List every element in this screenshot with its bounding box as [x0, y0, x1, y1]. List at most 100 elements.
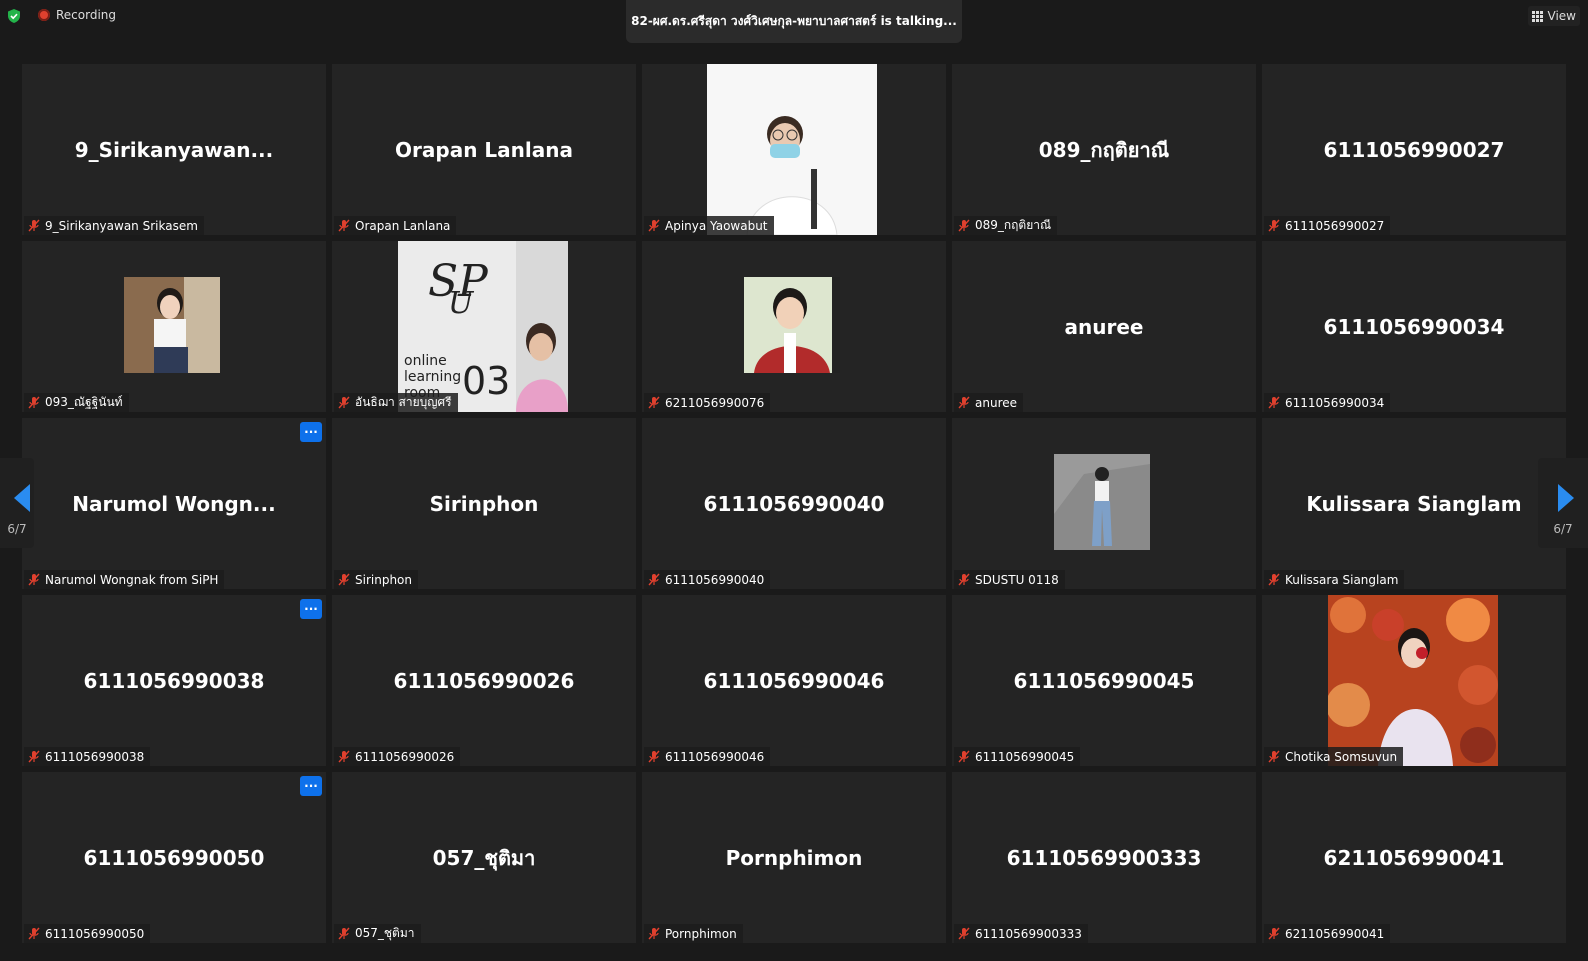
participant-name-label: 9_Sirikanyawan Srikasem — [24, 216, 204, 235]
mic-muted-icon — [1268, 573, 1280, 586]
participant-label-text: 6111056990045 — [975, 749, 1075, 764]
mic-muted-icon — [1268, 927, 1280, 940]
participant-display-name: 9_Sirikanyawan... — [74, 137, 274, 162]
participant-name-label: 6211056990076 — [644, 393, 771, 412]
participant-name-label: anuree — [954, 393, 1023, 412]
participant-tile[interactable]: Chotika Somsuvun — [1262, 595, 1566, 766]
participant-tile[interactable]: 6111056990027 6111056990027 — [1262, 64, 1566, 235]
participant-display-name: 6111056990046 — [703, 668, 885, 693]
participant-tile[interactable]: Orapan Lanlana Orapan Lanlana — [332, 64, 636, 235]
participant-label-text: Sirinphon — [355, 572, 412, 587]
mic-muted-icon — [648, 396, 660, 409]
participant-tile[interactable]: Pornphimon Pornphimon — [642, 772, 946, 943]
participant-display-name: 6211056990041 — [1323, 845, 1505, 870]
participant-tile[interactable]: SPUonline learning room03อันธิฌา สายบุญศ… — [332, 241, 636, 412]
participant-name-label: Apinya Yaowabut — [644, 216, 774, 235]
grid-view-icon — [1531, 10, 1543, 22]
participant-name-label: Narumol Wongnak from SiPH — [24, 570, 225, 589]
participant-tile[interactable]: Apinya Yaowabut — [642, 64, 946, 235]
next-page-button[interactable]: 6/7 — [1538, 458, 1588, 548]
recording-label: Recording — [56, 8, 117, 22]
participant-display-name: Kulissara Sianglam — [1306, 491, 1522, 516]
participant-tile[interactable]: 6111056990050 6111056990050 ··· — [22, 772, 326, 943]
participant-label-text: 6111056990026 — [355, 749, 455, 764]
mic-muted-icon — [338, 927, 350, 940]
shield-check-icon[interactable] — [6, 8, 22, 24]
mic-muted-icon — [1268, 219, 1280, 232]
participant-tile[interactable]: Narumol Wongn... Narumol Wongnak from SiP… — [22, 418, 326, 589]
participant-name-label: Pornphimon — [644, 924, 743, 943]
participant-label-text: 9_Sirikanyawan Srikasem — [45, 218, 198, 233]
participant-tile[interactable]: 6111056990040 6111056990040 — [642, 418, 946, 589]
participant-label-text: Kulissara Sianglam — [1285, 572, 1399, 587]
participant-display-name: 61110569900333 — [1006, 845, 1202, 870]
participant-tile[interactable]: 057_ชุติมา 057_ชุติมา — [332, 772, 636, 943]
participant-tile[interactable]: 9_Sirikanyawan... 9_Sirikanyawan Srikasem — [22, 64, 326, 235]
mic-muted-icon — [1268, 750, 1280, 763]
participant-label-text: 057_ชุติมา — [355, 926, 415, 940]
participant-name-label: Chotika Somsuvun — [1264, 747, 1404, 766]
mic-muted-icon — [338, 219, 350, 232]
mic-muted-icon — [338, 750, 350, 763]
participant-tile[interactable]: 6111056990026 6111056990026 — [332, 595, 636, 766]
participant-tile[interactable]: 6111056990045 6111056990045 — [952, 595, 1256, 766]
participant-tile[interactable]: 6211056990076 — [642, 241, 946, 412]
participant-tile[interactable]: 6111056990038 6111056990038 ··· — [22, 595, 326, 766]
mic-muted-icon — [28, 927, 40, 940]
arrow-left-icon — [14, 484, 30, 512]
participant-tile[interactable]: anuree anuree — [952, 241, 1256, 412]
participant-name-label: 6111056990027 — [1264, 216, 1391, 235]
participant-name-label: 093_ณัฐฐินันท์ — [24, 393, 129, 412]
participant-display-name: Orapan Lanlana — [395, 137, 573, 162]
svg-text:U: U — [448, 286, 475, 321]
more-options-icon[interactable]: ··· — [300, 599, 322, 619]
gallery-grid: 9_Sirikanyawan... 9_Sirikanyawan Srikasem… — [22, 64, 1566, 948]
participant-label-text: 6111056990034 — [1285, 395, 1385, 410]
participant-tile[interactable]: 6111056990046 6111056990046 — [642, 595, 946, 766]
participant-label-text: Chotika Somsuvun — [1285, 749, 1398, 764]
participant-label-text: 61110569900333 — [975, 926, 1082, 941]
more-options-icon[interactable]: ··· — [300, 776, 322, 796]
participant-label-text: 6211056990076 — [665, 395, 765, 410]
view-button[interactable]: View — [1527, 6, 1580, 26]
active-speaker-banner: 82-ผศ.ดร.ศรีสุดา วงศ์วิเศษกุล-พยาบาลศาสต… — [626, 0, 962, 43]
participant-tile[interactable]: 6111056990034 6111056990034 — [1262, 241, 1566, 412]
mic-muted-icon — [338, 396, 350, 409]
participant-tile[interactable]: 089_กฤติยาณี 089_กฤติยาณี — [952, 64, 1256, 235]
mic-muted-icon — [958, 219, 970, 232]
participant-label-text: อันธิฌา สายบุญศรี — [355, 395, 452, 409]
room-number: 03 — [462, 359, 511, 403]
participant-name-label: Sirinphon — [334, 570, 418, 589]
more-options-icon[interactable]: ··· — [300, 422, 322, 442]
participant-display-name: 6111056990034 — [1323, 314, 1505, 339]
participant-display-name: 6111056990045 — [1013, 668, 1195, 693]
participant-display-name: Sirinphon — [429, 491, 539, 516]
participant-video: SPUonline learning room03 — [398, 241, 568, 412]
participant-name-label: 6111056990046 — [644, 747, 771, 766]
participant-tile[interactable]: 093_ณัฐฐินันท์ — [22, 241, 326, 412]
participant-tile[interactable]: Sirinphon Sirinphon — [332, 418, 636, 589]
mic-muted-icon — [28, 750, 40, 763]
participant-display-name: 6111056990027 — [1323, 137, 1505, 162]
mic-muted-icon — [648, 750, 660, 763]
mic-muted-icon — [958, 927, 970, 940]
participant-tile[interactable]: 61110569900333 61110569900333 — [952, 772, 1256, 943]
participant-name-label: 6211056990041 — [1264, 924, 1391, 943]
participant-display-name: 6111056990050 — [83, 845, 265, 870]
participant-tile[interactable]: 6211056990041 6211056990041 — [1262, 772, 1566, 943]
previous-page-button[interactable]: 6/7 — [0, 458, 34, 548]
participant-video — [744, 277, 840, 373]
participant-video — [707, 64, 877, 235]
participant-label-text: 093_ณัฐฐินันท์ — [45, 395, 123, 409]
participant-label-text: 6111056990038 — [45, 749, 145, 764]
participant-label-text: 089_กฤติยาณี — [975, 218, 1052, 232]
participant-label-text: anuree — [975, 395, 1017, 410]
participant-display-name: Narumol Wongn... — [72, 491, 276, 516]
recording-indicator[interactable]: Recording — [38, 8, 116, 22]
participant-name-label: 057_ชุติมา — [334, 924, 421, 943]
participant-tile[interactable]: SDUSTU 0118 — [952, 418, 1256, 589]
mic-muted-icon — [648, 927, 660, 940]
mic-muted-icon — [958, 573, 970, 586]
participant-name-label: 6111056990034 — [1264, 393, 1391, 412]
participant-tile[interactable]: Kulissara Sianglam Kulissara Sianglam — [1262, 418, 1566, 589]
